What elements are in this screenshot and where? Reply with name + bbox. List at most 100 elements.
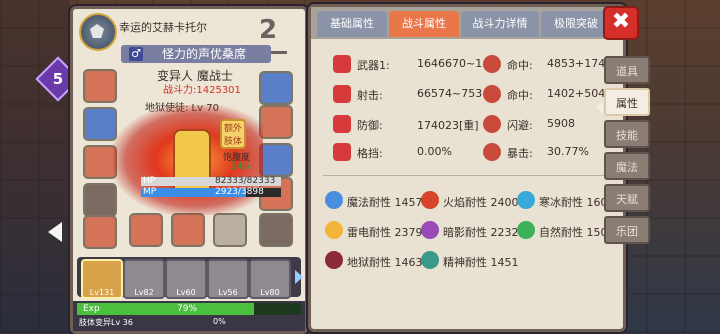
menu-attributes[interactable]: 属性 [604, 88, 650, 116]
equip-slot-helm[interactable] [259, 105, 293, 139]
resist-label: 魔法耐性 1457 [347, 196, 423, 209]
stat-row: 格挡: 0.00% 暴击: 30.77% [323, 141, 623, 163]
satiety-value: 24% [231, 162, 252, 172]
divider [323, 175, 609, 176]
stat-row: 防御: 174023[重] 闪避: 5908 [323, 113, 623, 135]
limb-mutation-label: 肢体变异Lv 36 [79, 318, 133, 327]
stat-value-2: 4853+1747 [547, 57, 613, 70]
stat-value: 0.00% [417, 145, 452, 158]
exp-label: Exp [83, 304, 100, 314]
exp-fill [77, 303, 254, 315]
dark-icon [421, 221, 439, 239]
party-level: Lv56 [218, 288, 238, 297]
party-level: Lv80 [260, 288, 280, 297]
ice-icon [517, 191, 535, 209]
fire-icon [421, 191, 439, 209]
party-level: Lv82 [134, 288, 154, 297]
equip-slot-weapon1[interactable] [129, 213, 163, 247]
equip-slot-pet[interactable] [259, 71, 293, 105]
equip-slot-gloves[interactable] [83, 215, 117, 249]
stats-panel: 基础属性 战斗属性 战斗力详情 极限突破 武器1: 1646670~1 命中: 485… [308, 4, 626, 332]
party-next-arrow-icon[interactable] [295, 270, 303, 284]
level-badge-value: 5 [52, 70, 64, 88]
sword-icon [333, 55, 351, 73]
crit-icon [483, 143, 501, 161]
tab-limit-break[interactable]: 极限突破 [541, 11, 611, 37]
resist-label: 地狱耐性 1463 [347, 256, 423, 269]
stat-label-2: 暴击: [507, 147, 533, 160]
stat-label: 防御: [357, 119, 383, 132]
back-arrow-icon[interactable] [48, 222, 62, 242]
mp-value: 2923/3898 [215, 187, 264, 197]
menu-skills[interactable]: 技能 [604, 120, 650, 148]
mp-bar: MP 2923/3898 [141, 187, 281, 197]
magic-icon [325, 191, 343, 209]
stat-value-2: 1402+504 [547, 87, 606, 100]
spirit-icon [421, 251, 439, 269]
menu-magic[interactable]: 魔法 [604, 152, 650, 180]
title-banner[interactable]: 怪力的声优桑席 [121, 45, 271, 63]
equip-slot-armor[interactable] [83, 145, 117, 179]
target-icon [483, 85, 501, 103]
exp-percent: 79% [177, 304, 198, 314]
mp-label: MP [143, 187, 157, 197]
menu-talent[interactable]: 天赋 [604, 184, 650, 212]
combat-power-value: 1425301 [196, 85, 241, 96]
equip-slot-empty[interactable] [259, 213, 293, 247]
resist-label: 暗影耐性 2232 [443, 226, 519, 239]
equip-slot-weapon2[interactable] [171, 213, 205, 247]
party-member-5[interactable]: Lv80 [249, 259, 291, 299]
arrow-icon [333, 85, 351, 103]
close-button[interactable]: ✖ [603, 6, 639, 40]
hp-label: HP [143, 176, 156, 186]
stat-value-2: 5908 [547, 117, 575, 130]
stat-label: 武器1: [357, 59, 390, 72]
stat-label-2: 命中: [507, 89, 533, 102]
stat-label: 格挡: [357, 147, 383, 160]
equip-slot-cloak[interactable] [259, 143, 293, 177]
stat-value: 174023[重] [417, 119, 479, 132]
character-panel: 幸运的艾赫卡托尔 2 怪力的声优桑席 ♂ 变异人 魔战士 战斗力:1425301… [70, 6, 308, 334]
stat-label-2: 命中: [507, 59, 533, 72]
guild-emblem-icon[interactable] [79, 13, 117, 51]
stat-value-2: 30.77% [547, 145, 589, 158]
stat-row: 武器1: 1646670~1 命中: 4853+1747 [323, 53, 623, 75]
party-level: Lv131 [89, 288, 115, 297]
combat-power: 战斗力:1425301 [163, 81, 241, 96]
tab-basic[interactable]: 基础属性 [317, 11, 387, 37]
resist-label: 雷电耐性 2379 [347, 226, 423, 239]
hp-bar: HP 82333/82333 [141, 176, 281, 186]
extra-limb-button[interactable]: 额外肢体 [220, 119, 246, 149]
tab-power-detail[interactable]: 战斗力详情 [461, 11, 539, 37]
stat-label: 射击: [357, 89, 383, 102]
hud-left [0, 0, 70, 333]
menu-pointer-icon [596, 101, 603, 113]
equip-slot-ring[interactable] [83, 183, 117, 217]
equip-slot-amulet[interactable] [83, 107, 117, 141]
block-icon [333, 143, 351, 161]
party-member-3[interactable]: Lv60 [165, 259, 207, 299]
party-member-1[interactable]: Lv131 [81, 259, 123, 299]
nature-icon [517, 221, 535, 239]
menu-band[interactable]: 乐团 [604, 216, 650, 244]
hell-icon [325, 251, 343, 269]
shield-icon [333, 115, 351, 133]
equip-slot-head[interactable] [83, 69, 117, 103]
party-member-2[interactable]: Lv82 [123, 259, 165, 299]
equip-slot-gun[interactable] [213, 213, 247, 247]
title-text: 怪力的声优桑席 [161, 47, 246, 61]
party-member-4[interactable]: Lv56 [207, 259, 249, 299]
combat-power-label: 战斗力: [163, 85, 197, 96]
exp-area: Exp 79% 肢体变异Lv 36 0% [73, 301, 305, 331]
resist-label: 精神耐性 1451 [443, 256, 519, 269]
gender-icon: ♂ [129, 47, 143, 61]
menu-items[interactable]: 道具 [604, 56, 650, 84]
tab-combat[interactable]: 战斗属性 [389, 11, 459, 37]
hp-value: 82333/82333 [215, 176, 276, 186]
player-name: 幸运的艾赫卡托尔 [119, 21, 207, 34]
tab-bar: 基础属性 战斗属性 战斗力详情 极限突破 [311, 7, 623, 39]
stat-value: 1646670~1 [417, 57, 483, 70]
target-icon [483, 55, 501, 73]
party-level: Lv60 [176, 288, 196, 297]
stat-value: 66574~753 [417, 87, 483, 100]
